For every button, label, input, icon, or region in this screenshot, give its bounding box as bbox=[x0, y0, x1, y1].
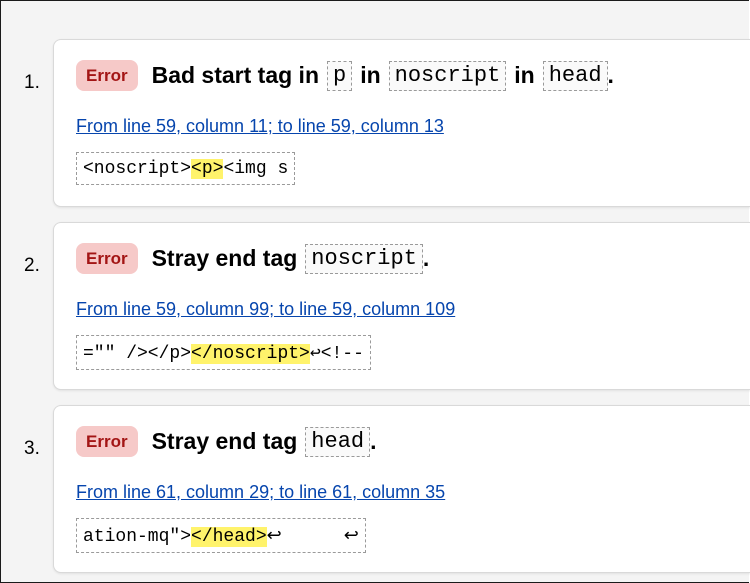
extract-after: ↩ bbox=[266, 525, 282, 546]
message-text: Bad start tag in bbox=[151, 62, 319, 88]
source-extract: ation-mq"></head>↩ ↩ bbox=[76, 518, 366, 553]
code-token: head bbox=[305, 426, 371, 457]
code-token: noscript bbox=[388, 60, 507, 91]
message-text: Stray end tag bbox=[151, 245, 298, 271]
message-item: 3. Error Stray end tag head . From line … bbox=[24, 405, 750, 573]
message-text: Stray end tag bbox=[151, 428, 298, 454]
message-text: in bbox=[514, 62, 535, 88]
extract-after: <img s bbox=[223, 159, 289, 179]
message-title: Error Stray end tag head . bbox=[76, 426, 377, 457]
message-period: . bbox=[370, 428, 377, 454]
extract-highlight: <p> bbox=[191, 159, 224, 179]
error-badge: Error bbox=[76, 426, 138, 457]
extract-before: ="" /></p> bbox=[83, 344, 192, 364]
message-title: Error Stray end tag noscript . bbox=[76, 243, 429, 274]
message-period: . bbox=[422, 245, 430, 271]
message-number: 3. bbox=[24, 438, 40, 459]
location-link[interactable]: From line 59, column 99; to line 59, col… bbox=[76, 299, 455, 320]
code-token: noscript bbox=[305, 243, 423, 274]
source-extract: ="" /></p></noscript>↩<!-- bbox=[76, 335, 371, 370]
extract-before: ation-mq"> bbox=[83, 527, 192, 547]
message-period: . bbox=[607, 62, 614, 88]
location-link[interactable]: From line 59, column 11; to line 59, col… bbox=[76, 116, 444, 137]
message-item: 2. Error Stray end tag noscript . From l… bbox=[24, 222, 750, 390]
code-token: head bbox=[542, 60, 608, 91]
message-item: 1. Error Bad start tag in p in noscript … bbox=[24, 39, 750, 207]
extract-before: <noscript> bbox=[83, 159, 192, 179]
message-number: 1. bbox=[24, 72, 40, 93]
message-text: in bbox=[360, 62, 381, 88]
message-number: 2. bbox=[24, 255, 40, 276]
source-extract: <noscript><p><img s bbox=[76, 152, 296, 185]
extract-highlight: </noscript> bbox=[191, 344, 310, 364]
message-title: Error Bad start tag in p in noscript in … bbox=[76, 60, 614, 91]
code-token: p bbox=[327, 60, 353, 91]
validator-results-panel: 1. Error Bad start tag in p in noscript … bbox=[0, 0, 750, 583]
extract-tail: ↩ bbox=[343, 525, 359, 546]
location-link[interactable]: From line 61, column 29; to line 61, col… bbox=[76, 482, 445, 503]
error-badge: Error bbox=[76, 243, 138, 274]
extract-after: ↩<!-- bbox=[309, 344, 364, 364]
error-badge: Error bbox=[76, 60, 138, 91]
extract-highlight: </head> bbox=[191, 527, 267, 547]
